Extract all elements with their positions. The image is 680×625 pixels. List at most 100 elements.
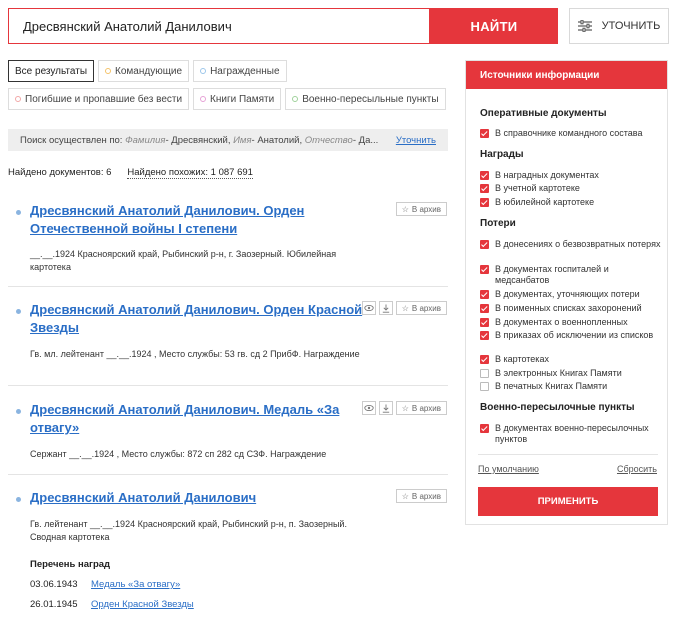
archive-button[interactable]: ☆ В архив	[395, 489, 447, 503]
archive-label: В архив	[411, 303, 441, 313]
query-prefix: Поиск осуществлен по:	[20, 134, 123, 146]
source-checkbox[interactable]: В юбилейной картотеке	[480, 197, 662, 208]
source-label: В документах, уточняющих потери	[495, 289, 640, 299]
source-label: В приказах об исключении из списков	[495, 330, 654, 340]
sources-title: Источники информации	[466, 61, 667, 89]
tab-all-results[interactable]: Все результаты	[8, 60, 95, 82]
result-title[interactable]: Дресвянский Анатолий Данилович	[30, 489, 370, 507]
archive-button[interactable]: ☆ В архив	[395, 401, 447, 415]
archive-button[interactable]: ☆ В архив	[395, 202, 447, 216]
result-description: Гв. мл. лейтенант __.__.1924 , Место слу…	[30, 349, 360, 359]
source-label: В поименных списках захоронений	[495, 303, 642, 313]
eye-icon[interactable]	[361, 301, 376, 315]
refine-button[interactable]: УТОЧНИТЬ	[569, 8, 669, 44]
result-item: Дресвянский Анатолий Данилович ☆ В архив …	[8, 489, 448, 549]
checkbox-icon	[480, 318, 489, 327]
source-label: В картотеках	[495, 354, 549, 364]
query-value-surname: - Дресвянский,	[165, 134, 231, 146]
result-title[interactable]: Дресвянский Анатолий Данилович. Медаль «…	[30, 401, 370, 437]
star-icon: ☆	[401, 403, 409, 413]
source-checkbox[interactable]: В документах военно-пересылочных пунктов	[480, 423, 662, 445]
source-checkbox[interactable]: В документах, уточняющих потери	[480, 289, 662, 300]
checkbox-icon	[480, 369, 489, 378]
checkbox-icon	[480, 129, 489, 138]
result-actions: ☆ В архив	[395, 202, 447, 216]
sliders-icon	[577, 20, 592, 32]
source-checkbox[interactable]: В документах госпиталей и медсанбатов	[480, 264, 662, 286]
tab-transit-points[interactable]: Военно-пересыльные пункты	[285, 88, 446, 110]
result-description: Сержант __.__.1924 , Место службы: 872 с…	[30, 449, 327, 459]
apply-button[interactable]: ПРИМЕНИТЬ	[478, 487, 658, 516]
group-losses: Потери	[480, 218, 516, 229]
star-icon: ☆	[401, 491, 409, 501]
dot-icon	[105, 68, 112, 74]
archive-label: В архив	[411, 403, 441, 413]
checkbox-icon	[480, 240, 489, 249]
source-label: В учетной картотеке	[495, 183, 580, 193]
source-label: В юбилейной картотеке	[495, 197, 595, 207]
star-icon: ☆	[401, 303, 409, 313]
source-checkbox[interactable]: В поименных списках захоронений	[480, 303, 662, 314]
query-summary: Поиск осуществлен по: Фамилия - Дресвянс…	[8, 129, 448, 151]
tab-label: Военно-пересыльные пункты	[302, 93, 439, 105]
tab-fallen-missing[interactable]: Погибшие и пропавшие без вести	[8, 88, 190, 110]
dot-icon	[200, 96, 207, 102]
archive-button[interactable]: ☆ В архив	[395, 301, 447, 315]
source-label: В документах военно-пересылочных пунктов	[495, 423, 649, 444]
awards-heading: Перечень наград	[30, 559, 111, 570]
source-checkbox[interactable]: В электронных Книгах Памяти	[480, 368, 662, 379]
divider	[8, 286, 448, 287]
bullet-icon	[16, 309, 21, 314]
tab-awarded[interactable]: Награжденные	[193, 60, 287, 82]
source-label: В документах госпиталей и медсанбатов	[495, 264, 609, 285]
download-icon[interactable]	[378, 401, 393, 415]
default-link[interactable]: По умолчанию	[478, 464, 539, 474]
tab-label: Погибшие и пропавшие без вести	[25, 93, 183, 105]
query-value-name: - Анатолий,	[251, 134, 303, 146]
refine-label: УТОЧНИТЬ	[601, 20, 661, 32]
result-title[interactable]: Дресвянский Анатолий Данилович. Орден От…	[30, 202, 370, 238]
star-icon: ☆	[401, 204, 409, 214]
tab-label: Командующие	[115, 65, 183, 77]
download-icon[interactable]	[378, 301, 393, 315]
filter-tabs: Все результаты Командующие Награжденные …	[8, 60, 448, 110]
result-item: Дресвянский Анатолий Данилович. Орден От…	[8, 202, 448, 292]
source-checkbox[interactable]: В донесениях о безвозвратных потерях	[480, 239, 662, 250]
tab-commanders[interactable]: Командующие	[98, 60, 190, 82]
source-label: В электронных Книгах Памяти	[495, 368, 622, 378]
source-checkbox[interactable]: В наградных документах	[480, 170, 662, 181]
query-field-name: Имя	[233, 134, 252, 146]
query-field-patronymic: Отчество	[304, 134, 353, 146]
similar-count[interactable]: Найдено похожих: 1 087 691	[127, 167, 253, 179]
reset-link[interactable]: Сбросить	[617, 464, 657, 474]
tab-memory-books[interactable]: Книги Памяти	[193, 88, 282, 110]
sources-panel: Источники информации Оперативные докумен…	[465, 60, 668, 525]
checkbox-icon	[480, 265, 489, 274]
source-checkbox[interactable]: В справочнике командного состава	[480, 128, 662, 139]
search-input[interactable]	[9, 9, 429, 43]
divider	[478, 454, 658, 455]
result-title[interactable]: Дресвянский Анатолий Данилович. Орден Кр…	[30, 301, 370, 337]
source-checkbox[interactable]: В приказах об исключении из списков	[480, 330, 662, 341]
source-checkbox[interactable]: В печатных Книгах Памяти	[480, 381, 662, 392]
checkbox-icon	[480, 424, 489, 433]
divider	[8, 474, 448, 475]
source-checkbox[interactable]: В картотеках	[480, 354, 662, 365]
query-value-patronymic: - Да...	[352, 134, 379, 146]
result-actions: ☆ В архив	[361, 401, 447, 415]
award-link[interactable]: Медаль «За отвагу»	[91, 579, 180, 590]
award-link[interactable]: Орден Красной Звезды	[91, 599, 194, 610]
eye-icon[interactable]	[361, 401, 376, 415]
source-label: В наградных документах	[495, 170, 599, 180]
bullet-icon	[16, 210, 21, 215]
source-label: В документах о военнопленных	[495, 317, 628, 327]
source-checkbox[interactable]: В документах о военнопленных	[480, 317, 662, 328]
tab-label: Книги Памяти	[210, 93, 275, 105]
source-checkbox[interactable]: В учетной картотеке	[480, 183, 662, 194]
checkbox-icon	[480, 198, 489, 207]
dot-icon	[15, 96, 21, 102]
refine-link[interactable]: Уточнить	[388, 135, 436, 146]
find-button[interactable]: НАЙТИ	[430, 8, 558, 44]
checkbox-icon	[480, 355, 489, 364]
result-item: Дресвянский Анатолий Данилович. Орден Кр…	[8, 301, 448, 391]
